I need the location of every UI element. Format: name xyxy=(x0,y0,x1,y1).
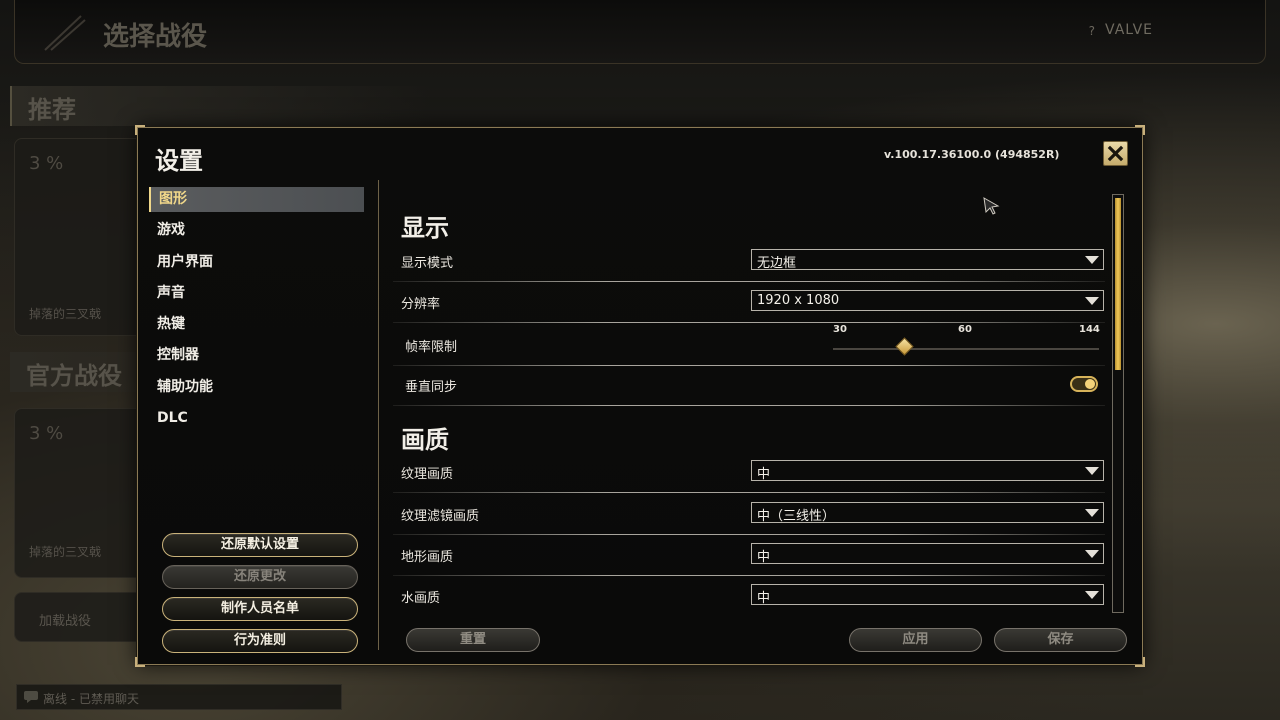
nav-item-controller[interactable]: 控制器 xyxy=(149,343,364,368)
nav-divider xyxy=(378,180,379,650)
graphics-settings-panel: 显示 显示模式 无边框 分辨率 1920 x 1080 帧率限制 30 60 1… xyxy=(393,190,1108,614)
display-mode-label: 显示模式 xyxy=(401,256,454,271)
chat-icon xyxy=(24,691,38,703)
vsync-toggle[interactable] xyxy=(1070,376,1098,392)
frame-limit-slider-thumb[interactable] xyxy=(895,337,915,356)
terrain-quality-value: 中 xyxy=(757,550,771,565)
restore-defaults-button[interactable]: 还原默认设置 xyxy=(162,533,358,557)
frame-limit-row: 帧率限制 30 60 144 xyxy=(393,324,1105,366)
display-mode-value: 无边框 xyxy=(757,256,797,271)
resolution-value: 1920 x 1080 xyxy=(757,293,840,308)
display-mode-row: 显示模式 无边框 xyxy=(393,242,1105,282)
texture-quality-value: 中 xyxy=(757,467,771,482)
campaign-card[interactable]: 3 % 掉落的三叉戟 xyxy=(14,138,140,336)
texture-filter-value: 中（三线性） xyxy=(757,509,836,524)
display-section-title: 显示 xyxy=(401,214,449,242)
nav-item-hotkeys[interactable]: 热键 xyxy=(149,312,364,337)
slider-tick-label: 30 xyxy=(833,324,847,335)
chevron-down-icon xyxy=(1085,509,1099,517)
load-campaign-label: 加载战役 xyxy=(39,614,92,629)
chat-bar[interactable]: 离线 - 已禁用聊天 xyxy=(16,684,342,710)
nav-item-graphics[interactable]: 图形 xyxy=(149,187,364,212)
help-icon[interactable]: ? xyxy=(1089,24,1095,38)
vsync-row: 垂直同步 xyxy=(393,366,1105,406)
water-quality-value: 中 xyxy=(757,591,771,606)
reset-button[interactable]: 重置 xyxy=(406,628,540,652)
resolution-dropdown[interactable]: 1920 x 1080 xyxy=(751,290,1104,311)
dialog-corner-ornament xyxy=(135,657,145,667)
water-quality-dropdown[interactable]: 中 xyxy=(751,584,1104,606)
valve-logo: VALVE xyxy=(1105,22,1153,38)
campaign-progress: 3 % xyxy=(29,153,64,174)
chevron-down-icon xyxy=(1085,550,1099,558)
resolution-row: 分辨率 1920 x 1080 xyxy=(393,283,1105,323)
slider-tick-label: 60 xyxy=(958,324,972,335)
campaign-top-bar: 选择战役 ? VALVE xyxy=(14,0,1266,64)
save-button[interactable]: 保存 xyxy=(994,628,1127,652)
chevron-down-icon xyxy=(1085,256,1099,264)
terrain-quality-label: 地形画质 xyxy=(401,550,454,565)
chevron-down-icon xyxy=(1085,297,1099,305)
frame-limit-slider-track[interactable] xyxy=(833,348,1099,350)
texture-quality-dropdown[interactable]: 中 xyxy=(751,460,1104,482)
apply-button[interactable]: 应用 xyxy=(849,628,982,652)
settings-title: 设置 xyxy=(155,147,203,175)
nav-item-sound[interactable]: 声音 xyxy=(149,281,364,306)
code-of-conduct-button[interactable]: 行为准则 xyxy=(162,629,358,653)
official-section-header: 官方战役 xyxy=(10,352,140,392)
campaign-name: 掉落的三叉戟 xyxy=(29,307,102,321)
campaign-card[interactable]: 3 % 掉落的三叉戟 xyxy=(14,408,140,578)
texture-filter-row: 纹理滤镜画质 中（三线性） xyxy=(393,495,1105,535)
chevron-down-icon xyxy=(1085,591,1099,599)
slider-tick-label: 144 xyxy=(1079,324,1100,335)
dialog-corner-ornament xyxy=(1135,657,1145,667)
nav-item-accessibility[interactable]: 辅助功能 xyxy=(149,375,364,400)
texture-filter-label: 纹理滤镜画质 xyxy=(401,509,480,524)
version-string: v.100.17.36100.0 (494852R) xyxy=(884,148,1060,161)
close-icon xyxy=(1107,145,1124,162)
texture-quality-label: 纹理画质 xyxy=(401,467,454,482)
frame-limit-label: 帧率限制 xyxy=(405,340,458,355)
recommended-section-header: 推荐 xyxy=(10,86,430,126)
settings-nav: 图形 游戏 用户界面 声音 热键 控制器 辅助功能 DLC xyxy=(149,187,364,437)
quality-section-title: 画质 xyxy=(401,426,449,454)
nav-item-game[interactable]: 游戏 xyxy=(149,218,364,243)
display-mode-dropdown[interactable]: 无边框 xyxy=(751,249,1104,271)
settings-scrollbar[interactable] xyxy=(1112,194,1124,613)
official-section-title: 官方战役 xyxy=(26,362,122,390)
water-quality-row: 水画质 中 xyxy=(393,577,1105,614)
campaign-progress: 3 % xyxy=(29,423,64,444)
water-quality-label: 水画质 xyxy=(401,591,441,606)
load-campaign-button[interactable]: 加载战役 xyxy=(14,592,140,642)
texture-filter-dropdown[interactable]: 中（三线性） xyxy=(751,502,1104,524)
game-logo-icon xyxy=(44,15,86,51)
recommended-section-title: 推荐 xyxy=(28,96,76,124)
campaign-screen-title: 选择战役 xyxy=(103,22,208,52)
chat-status: 离线 - 已禁用聊天 xyxy=(43,692,139,706)
toggle-knob xyxy=(1085,379,1095,389)
resolution-label: 分辨率 xyxy=(401,297,441,312)
dialog-corner-ornament xyxy=(135,125,145,135)
campaign-name: 掉落的三叉戟 xyxy=(29,545,102,559)
vsync-label: 垂直同步 xyxy=(405,380,458,395)
close-button[interactable] xyxy=(1103,141,1128,166)
nav-item-ui[interactable]: 用户界面 xyxy=(149,250,364,275)
scrollbar-thumb[interactable] xyxy=(1115,198,1121,370)
chevron-down-icon xyxy=(1085,467,1099,475)
texture-quality-row: 纹理画质 中 xyxy=(393,453,1105,493)
credits-button[interactable]: 制作人员名单 xyxy=(162,597,358,621)
terrain-quality-row: 地形画质 中 xyxy=(393,536,1105,576)
revert-changes-button[interactable]: 还原更改 xyxy=(162,565,358,589)
dialog-corner-ornament xyxy=(1135,125,1145,135)
nav-item-dlc[interactable]: DLC xyxy=(149,406,364,431)
terrain-quality-dropdown[interactable]: 中 xyxy=(751,543,1104,565)
mouse-cursor-icon xyxy=(983,197,1000,215)
